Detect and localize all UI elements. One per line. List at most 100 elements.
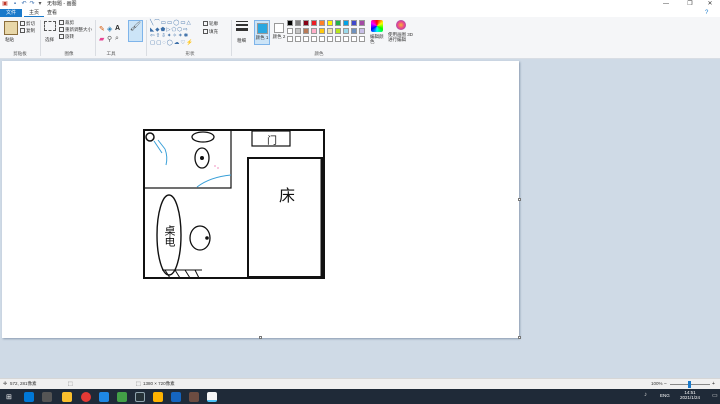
maximize-button[interactable]: ❐ bbox=[680, 0, 700, 9]
close-button[interactable]: ✕ bbox=[700, 0, 720, 9]
size-icon[interactable] bbox=[236, 21, 248, 35]
color-palette bbox=[287, 20, 367, 44]
steam-icon[interactable] bbox=[135, 392, 145, 402]
palette-color-swatch[interactable] bbox=[327, 36, 333, 42]
resize-icon bbox=[59, 27, 64, 33]
sketch-floor-plan: 门 床 桌电 bbox=[143, 129, 325, 279]
edit-colors-icon[interactable] bbox=[371, 20, 383, 32]
palette-color-swatch[interactable] bbox=[343, 28, 349, 34]
select-button[interactable]: 选择 bbox=[45, 37, 54, 43]
brushes-button[interactable]: 🖌 bbox=[128, 20, 143, 42]
fill-button[interactable]: 填充 bbox=[203, 29, 218, 35]
save-icon[interactable]: ▪ bbox=[12, 1, 18, 7]
minimize-button[interactable]: — bbox=[656, 0, 676, 9]
palette-color-swatch[interactable] bbox=[303, 28, 309, 34]
zoom-out-button[interactable]: − bbox=[664, 381, 667, 387]
size-button[interactable]: 粗细 bbox=[237, 38, 246, 44]
zoom-in-button[interactable]: + bbox=[712, 381, 715, 387]
folder-icon[interactable] bbox=[153, 392, 163, 402]
ime-indicator[interactable]: ENG bbox=[660, 393, 670, 398]
palette-color-swatch[interactable] bbox=[319, 28, 325, 34]
palette-color-swatch[interactable] bbox=[351, 28, 357, 34]
color1-button[interactable]: 颜色 1 bbox=[254, 20, 270, 45]
drawing-canvas[interactable]: 门 床 桌电 bbox=[2, 61, 519, 338]
ribbon-divider bbox=[231, 20, 232, 56]
ribbon-divider bbox=[40, 20, 41, 56]
palette-color-swatch[interactable] bbox=[319, 36, 325, 42]
palette-color-swatch[interactable] bbox=[287, 28, 293, 34]
color-picker-icon[interactable]: ⚲ bbox=[107, 35, 112, 43]
chrome-icon[interactable] bbox=[81, 392, 91, 402]
palette-color-swatch[interactable] bbox=[359, 28, 365, 34]
help-icon[interactable]: ? bbox=[705, 10, 708, 16]
undo-icon[interactable]: ↶ bbox=[21, 1, 27, 7]
palette-color-swatch[interactable] bbox=[359, 36, 365, 42]
magnifier-icon[interactable]: ⌕ bbox=[115, 35, 119, 43]
palette-color-swatch[interactable] bbox=[327, 20, 333, 26]
palette-color-swatch[interactable] bbox=[351, 20, 357, 26]
palette-color-swatch[interactable] bbox=[319, 20, 325, 26]
paste-button[interactable]: 粘贴 bbox=[5, 37, 14, 43]
store-icon[interactable] bbox=[117, 392, 127, 402]
text-icon[interactable]: A bbox=[115, 25, 120, 32]
app-icon[interactable] bbox=[171, 392, 181, 402]
app-icon[interactable] bbox=[189, 392, 199, 402]
palette-color-swatch[interactable] bbox=[303, 36, 309, 42]
outline-button[interactable]: 轮廓 bbox=[203, 21, 218, 27]
palette-color-swatch[interactable] bbox=[343, 36, 349, 42]
resize-handle-corner[interactable] bbox=[518, 336, 521, 339]
palette-color-swatch[interactable] bbox=[343, 20, 349, 26]
paint3d-icon[interactable] bbox=[396, 20, 406, 30]
paint3d-button[interactable]: 使用画图 3D 进行编辑 bbox=[388, 32, 414, 42]
crop-button[interactable]: 裁剪 bbox=[59, 20, 74, 26]
palette-color-swatch[interactable] bbox=[287, 20, 293, 26]
cut-button[interactable]: 剪切 bbox=[20, 21, 35, 27]
palette-color-swatch[interactable] bbox=[335, 28, 341, 34]
edge-icon[interactable] bbox=[24, 392, 34, 402]
palette-color-swatch[interactable] bbox=[295, 28, 301, 34]
color2-button[interactable]: 颜色 2 bbox=[272, 20, 286, 45]
windows-start-icon[interactable]: ⊞ bbox=[6, 393, 12, 401]
palette-color-swatch[interactable] bbox=[295, 20, 301, 26]
menu-bar: 文件 主页 查看 ? bbox=[0, 9, 720, 17]
notifications-icon[interactable]: ▭ bbox=[712, 392, 718, 399]
volume-icon[interactable]: ♪ bbox=[644, 392, 647, 398]
palette-color-swatch[interactable] bbox=[335, 36, 341, 42]
paint-taskbar-icon[interactable] bbox=[207, 392, 217, 402]
palette-color-swatch[interactable] bbox=[311, 36, 317, 42]
shapes-gallery[interactable]: ╲⌒▭▭◯▭△ ◣◆⬟▷⬠⬡⇨ ⇦⇧⇩✦✧✶✱ ▢▢◌◯☁♡⚡ bbox=[150, 20, 200, 46]
palette-color-swatch[interactable] bbox=[359, 20, 365, 26]
palette-color-swatch[interactable] bbox=[311, 28, 317, 34]
copy-button[interactable]: 复制 bbox=[20, 28, 35, 34]
palette-color-swatch[interactable] bbox=[327, 28, 333, 34]
zoom-slider-thumb[interactable] bbox=[688, 381, 691, 388]
palette-color-swatch[interactable] bbox=[351, 36, 357, 42]
group-label-tools: 工具 bbox=[106, 51, 116, 56]
pencil-icon[interactable]: ✎ bbox=[99, 25, 105, 33]
task-view-icon[interactable] bbox=[42, 392, 52, 402]
resize-button[interactable]: 重新调整大小 bbox=[59, 27, 92, 33]
select-icon[interactable] bbox=[44, 21, 56, 31]
paste-icon[interactable] bbox=[4, 21, 18, 35]
palette-color-swatch[interactable] bbox=[295, 36, 301, 42]
rotate-button[interactable]: 旋转 bbox=[59, 34, 74, 40]
clock[interactable]: 14:51 2021/1/24 bbox=[680, 390, 700, 400]
group-label-image: 图像 bbox=[64, 51, 74, 56]
menu-home[interactable]: 主页 bbox=[24, 9, 45, 17]
app-icon[interactable] bbox=[99, 392, 109, 402]
redo-icon[interactable]: ↷ bbox=[29, 1, 35, 7]
menu-view[interactable]: 查看 bbox=[42, 9, 62, 17]
menu-file[interactable]: 文件 bbox=[0, 9, 22, 17]
resize-handle-bottom[interactable] bbox=[259, 336, 262, 339]
fill-icon[interactable]: ◈ bbox=[107, 25, 112, 33]
edit-colors-button[interactable]: 编辑颜色 bbox=[370, 34, 384, 44]
resize-handle-right[interactable] bbox=[518, 198, 521, 201]
cursor-icon: ✛ bbox=[3, 381, 8, 387]
palette-color-swatch[interactable] bbox=[335, 20, 341, 26]
palette-color-swatch[interactable] bbox=[287, 36, 293, 42]
eraser-icon[interactable]: ▰ bbox=[99, 35, 104, 43]
palette-color-swatch[interactable] bbox=[303, 20, 309, 26]
palette-color-swatch[interactable] bbox=[311, 20, 317, 26]
file-explorer-icon[interactable] bbox=[62, 392, 72, 402]
customize-qat-icon[interactable]: ▾ bbox=[37, 1, 43, 7]
